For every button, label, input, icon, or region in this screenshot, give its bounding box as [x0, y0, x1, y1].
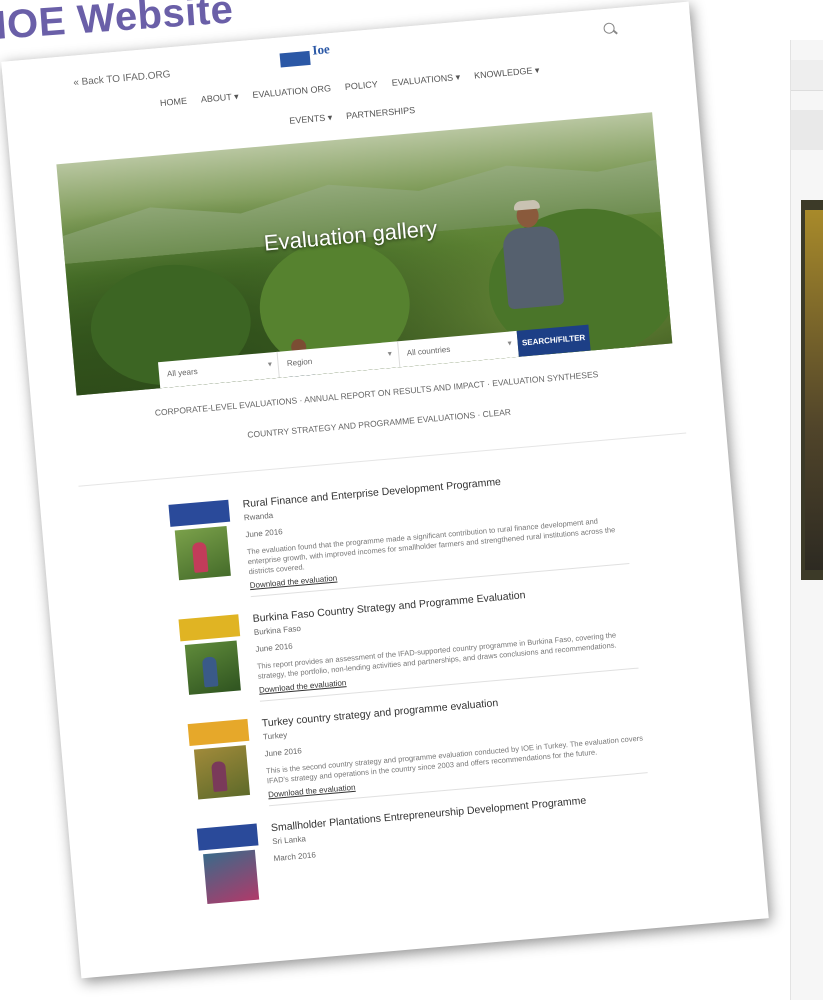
slide-title: IOE Website — [0, 0, 235, 48]
adjacent-screenshot — [790, 40, 823, 1000]
results-list: Rural Finance and Enterprise Development… — [39, 430, 764, 919]
ioe-logo[interactable]: Ioe — [279, 39, 355, 71]
adjacent-nav — [791, 110, 823, 150]
logo-block-icon — [279, 50, 311, 68]
report-cover-thumbnail[interactable] — [196, 823, 264, 908]
hero-person — [492, 199, 572, 327]
report-cover-thumbnail[interactable] — [178, 614, 246, 699]
website-screenshot: « Back TO IFAD.ORG Ioe HOME ABOUT ▾ EVAL… — [1, 1, 769, 979]
adjacent-header — [791, 60, 823, 91]
report-cover-thumbnail[interactable] — [168, 499, 235, 585]
nav-item-home[interactable]: HOME — [160, 96, 188, 109]
report-cover-thumbnail[interactable] — [187, 718, 255, 804]
back-to-ifad-link[interactable]: « Back TO IFAD.ORG — [73, 69, 171, 88]
nav-item-partnerships[interactable]: PARTNERSHIPS — [346, 105, 417, 133]
logo-text: Ioe — [311, 41, 331, 58]
nav-item-events[interactable]: EVENTS ▾ — [289, 112, 334, 138]
search-icon[interactable] — [603, 22, 616, 35]
adjacent-image — [801, 200, 823, 580]
